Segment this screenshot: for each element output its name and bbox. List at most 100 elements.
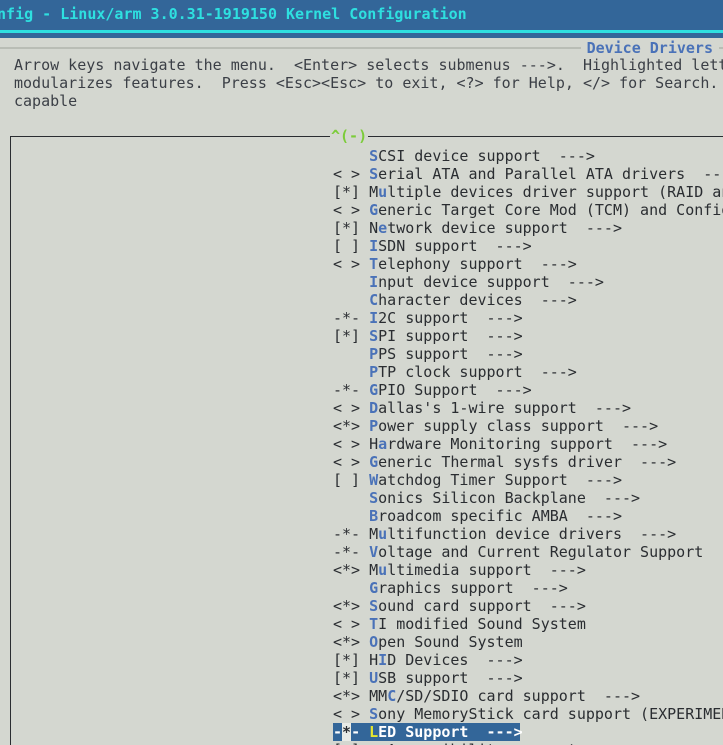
- menu-item[interactable]: < > Generic Target Core Mod (TCM) and Co…: [333, 201, 723, 219]
- menu-item-state-tag: <*>: [333, 597, 370, 615]
- menu-item-state-tag: [ ]: [333, 237, 370, 255]
- menu-item[interactable]: < > Dallas's 1-wire support --->: [333, 399, 723, 417]
- menu-item-label: allas's 1-wire support --->: [378, 399, 632, 417]
- menu-item-state-tag: [333, 273, 369, 291]
- menu-item[interactable]: -*- GPIO Support --->: [333, 381, 723, 399]
- menu-item-label: PI support --->: [378, 327, 523, 345]
- menu-item-text: [*] Network device support --->: [333, 219, 622, 237]
- menu-item[interactable]: <*> MMC/SD/SDIO card support --->: [333, 687, 723, 705]
- menu-item-hotkey: u: [378, 525, 388, 543]
- menu-item-label: haracter devices --->: [378, 291, 577, 309]
- menu-item[interactable]: Character devices --->: [333, 291, 723, 309]
- menu-item-text: <*> MMC/SD/SDIO card support --->: [333, 687, 640, 705]
- menu-item-label: eneric Target Core Mod (TCM) and Config: [378, 201, 723, 219]
- menu-item-state-tag: < >: [333, 255, 370, 273]
- menu-item-hotkey: O: [369, 633, 379, 651]
- menu-item-state-tag: <*>: [333, 561, 370, 579]
- menu-item-hotkey: S: [369, 147, 379, 165]
- menu-item-hotkey: S: [369, 705, 379, 723]
- menu-item-state-tag: [333, 363, 369, 381]
- menu-item-label-pre: M: [369, 525, 379, 543]
- menu-item-label: eneric Thermal sysfs driver --->: [378, 453, 677, 471]
- menu-item-state-tag: -*-: [333, 381, 370, 399]
- menu-item[interactable]: Broadcom specific AMBA --->: [333, 507, 723, 525]
- menu-item-state-tag: [333, 147, 369, 165]
- menu-item-state-tag: -*-: [333, 543, 370, 561]
- menu-item[interactable]: < > Hardware Monitoring support --->: [333, 435, 723, 453]
- menu-item[interactable]: < > Sony MemoryStick card support (EXPER…: [333, 705, 723, 723]
- menu-item[interactable]: -*- I2C support --->: [333, 309, 723, 327]
- menu-item-label: rdware Monitoring support --->: [387, 435, 668, 453]
- menu-item-label: SB support --->: [378, 669, 523, 687]
- menu-item-label: ower supply class support --->: [378, 417, 659, 435]
- menu-item-text: -*- GPIO Support --->: [333, 381, 532, 399]
- menu-item-label: 2C support --->: [378, 309, 523, 327]
- menu-item[interactable]: <*> Sound card support --->: [333, 597, 723, 615]
- menu-item-label: PS support --->: [378, 345, 523, 363]
- menu-item[interactable]: SCSI device support --->: [333, 147, 723, 165]
- menu-item-text: < > Sony MemoryStick card support (EXPER…: [333, 705, 723, 723]
- menu-item-text: SCSI device support --->: [333, 147, 595, 165]
- menu-item[interactable]: [*] HID Devices --->: [333, 651, 723, 669]
- menu-item[interactable]: Input device support --->: [333, 273, 723, 291]
- menu-item-text: Broadcom specific AMBA --->: [333, 507, 622, 525]
- menu-item[interactable]: < > Telephony support --->: [333, 255, 723, 273]
- menu-item-text: < > Generic Thermal sysfs driver --->: [333, 453, 676, 471]
- menu-item-hotkey: P: [369, 345, 379, 363]
- menu-item-text: <*> Sound card support --->: [333, 597, 586, 615]
- menu-item[interactable]: [*] SPI support --->: [333, 327, 723, 345]
- menu-item-text: [ ] Watchdog Timer Support --->: [333, 471, 622, 489]
- menu-item-state-tag: < >: [333, 165, 370, 183]
- menu-item[interactable]: < > Serial ATA and Parallel ATA drivers …: [333, 165, 723, 183]
- menu-item-text: < > Dallas's 1-wire support --->: [333, 399, 631, 417]
- menu-item-state-tag: [*]: [333, 669, 370, 687]
- menu-item[interactable]: -*- Voltage and Current Regulator Suppor…: [333, 543, 723, 561]
- menu-item-hotkey: D: [369, 399, 379, 417]
- menu-item-label-pre: MM: [369, 687, 388, 705]
- menu-item-label: D Devices --->: [387, 651, 523, 669]
- menu-item-hotkey: B: [369, 507, 379, 525]
- menu-item-hotkey: a: [378, 435, 388, 453]
- menu-item-text: <*> Open Sound System: [333, 633, 523, 651]
- menu-item-text: [*] SPI support --->: [333, 327, 523, 345]
- menu-item-label-pre: H: [369, 651, 379, 669]
- menu-item-hotkey: G: [369, 453, 379, 471]
- menu-item[interactable]: [ ] Watchdog Timer Support --->: [333, 471, 723, 489]
- menu-item-label: ony MemoryStick card support (EXPERIMEN: [378, 705, 723, 723]
- menu-item[interactable]: <*> Multimedia support --->: [333, 561, 723, 579]
- menu-item[interactable]: <*> Power supply class support --->: [333, 417, 723, 435]
- menuconfig-screen: onfig - Linux/arm 3.0.31-1919150 Kernel …: [0, 0, 723, 745]
- menu-item-label: twork device support --->: [387, 219, 622, 237]
- menu-item-hotkey: e: [378, 219, 388, 237]
- menu-item[interactable]: [*] Multiple devices driver support (RAI…: [333, 183, 723, 201]
- menu-item-label-pre: H: [369, 435, 379, 453]
- menu-item-label: CSI device support --->: [378, 147, 595, 165]
- menu-item[interactable]: [*] Network device support --->: [333, 219, 723, 237]
- menu-item[interactable]: -*- Multifunction device drivers --->: [333, 525, 723, 543]
- menu-item[interactable]: PPS support --->: [333, 345, 723, 363]
- menu-item-hotkey: P: [369, 363, 379, 381]
- menu-item-state-tag: -*-: [333, 525, 370, 543]
- menu-item[interactable]: [*] USB support --->: [333, 669, 723, 687]
- menu-item-label: TP clock support --->: [378, 363, 577, 381]
- menu-item-label-pre: M: [369, 183, 379, 201]
- menu-item-state-tag: < >: [333, 615, 370, 633]
- menu-item-state-tag: <*>: [333, 687, 370, 705]
- menu-item[interactable]: Graphics support --->: [333, 579, 723, 597]
- menu-item-text: Sonics Silicon Backplane --->: [333, 489, 640, 507]
- menu-item[interactable]: PTP clock support --->: [333, 363, 723, 381]
- menu-row-partial[interactable]: [ ] Accessibility support --->: [333, 741, 631, 745]
- menu-item[interactable]: < > Generic Thermal sysfs driver --->: [333, 453, 723, 471]
- menu-item-state-tag: < >: [333, 399, 370, 417]
- menu-item-text: < > TI modified Sound System: [333, 615, 586, 633]
- menu-item[interactable]: -*- LED Support --->: [333, 723, 723, 741]
- menu-item[interactable]: Sonics Silicon Backplane --->: [333, 489, 723, 507]
- menu-item-text: PPS support --->: [333, 345, 523, 363]
- menu-item[interactable]: <*> Open Sound System: [333, 633, 723, 651]
- menu-item[interactable]: [ ] ISDN support --->: [333, 237, 723, 255]
- menu-item-label: PIO Support --->: [378, 381, 532, 399]
- menu-item[interactable]: < > TI modified Sound System: [333, 615, 723, 633]
- menu-item-hotkey: S: [369, 165, 379, 183]
- menu-list[interactable]: SCSI device support ---> < > Serial ATA a…: [333, 147, 723, 741]
- menu-item-state-tag: [*]: [333, 651, 370, 669]
